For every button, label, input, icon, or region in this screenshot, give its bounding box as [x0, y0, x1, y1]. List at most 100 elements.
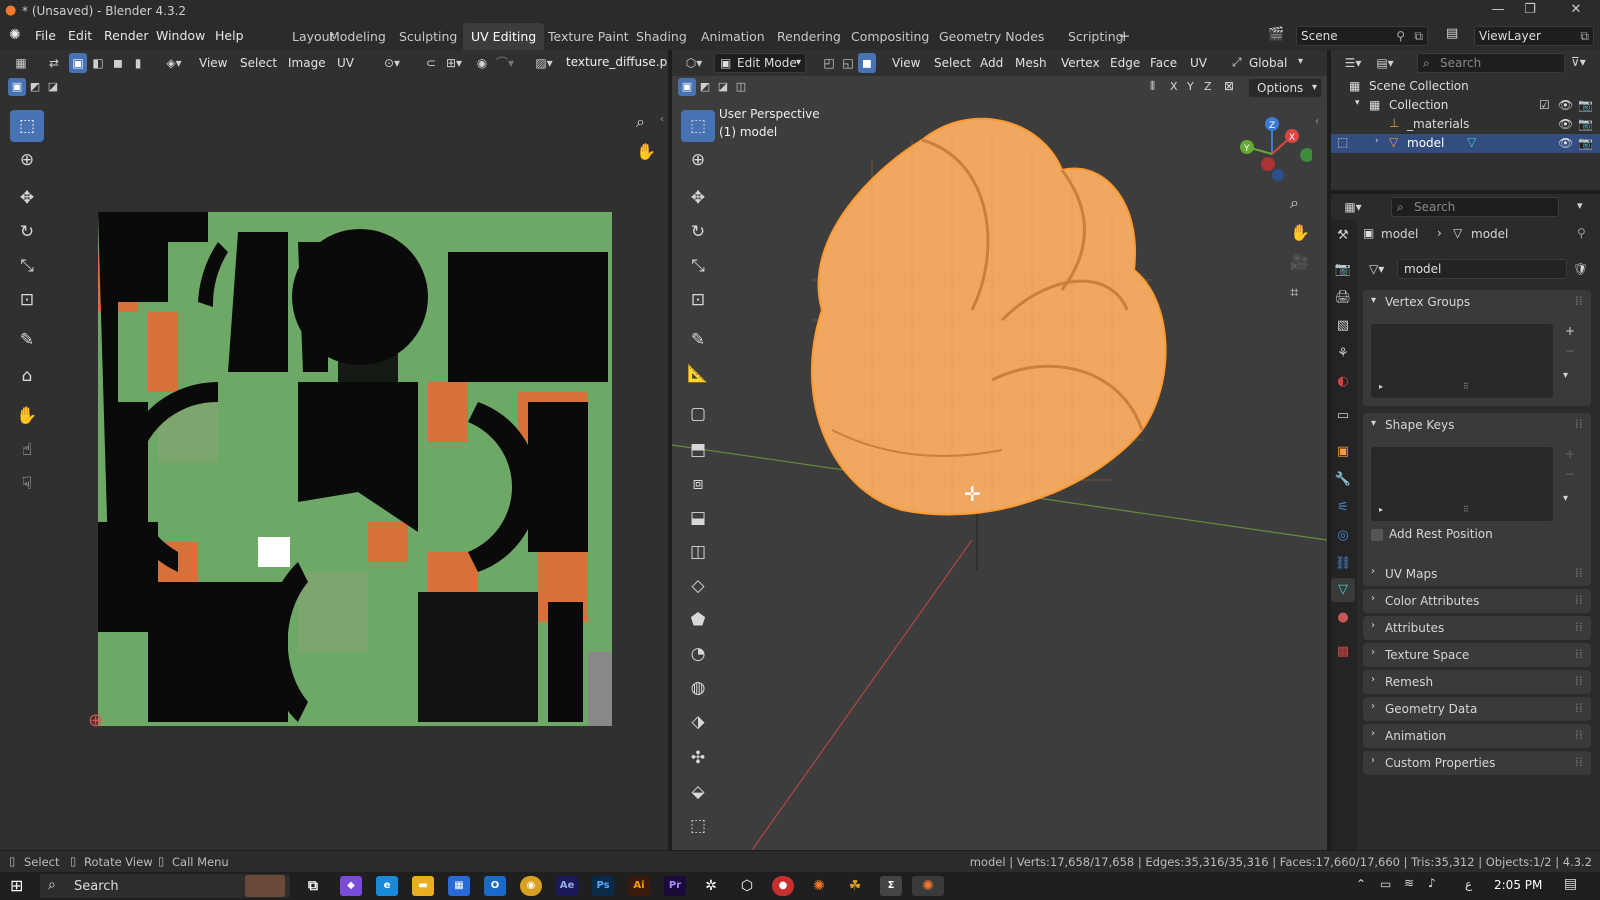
close-button[interactable]: ✕ — [1566, 2, 1586, 20]
3d-cursor-icon[interactable]: ✛ — [964, 482, 981, 506]
maximize-button[interactable]: ❐ — [1520, 2, 1540, 20]
constraints-tab-icon[interactable]: ⛓ — [1331, 552, 1355, 576]
sync-selection-icon[interactable]: ⇄ — [43, 53, 65, 73]
menu-window[interactable]: Window — [156, 28, 205, 43]
illustrator-icon[interactable]: Ai — [628, 876, 650, 896]
battery-icon[interactable]: ▭ — [1380, 877, 1391, 891]
loop-cut-tool[interactable]: ◫ — [681, 536, 715, 568]
list-resize-icon[interactable]: ⠿ — [1463, 505, 1469, 514]
uv-menu-view[interactable]: View — [199, 56, 227, 70]
render-camera-icon[interactable]: 📷 — [1578, 117, 1593, 131]
drag-handle-icon[interactable]: ⁞⁞ — [1575, 417, 1583, 431]
mirror-y-button[interactable]: Y — [1187, 80, 1194, 93]
tab-sculpting[interactable]: Sculpting — [391, 23, 465, 50]
add-vertex-group-button[interactable]: + — [1565, 324, 1575, 338]
rip-region-tool[interactable]: ⬚ — [681, 810, 715, 842]
edge-mode-icon[interactable]: ◱ — [839, 53, 857, 73]
photoshop-icon[interactable]: Ps — [592, 876, 614, 896]
extrude-tool[interactable]: ⬒ — [681, 434, 715, 466]
viewport-editor-type-icon[interactable]: ⬡▾ — [680, 53, 708, 73]
select-new-icon[interactable]: ▣ — [8, 78, 26, 96]
list-expand-icon[interactable]: ▸ — [1379, 505, 1383, 514]
drag-handle-icon[interactable]: ⁞⁞ — [1575, 647, 1583, 661]
vp-scale-tool[interactable]: ⤡ — [681, 250, 715, 282]
orientation-dropdown-icon[interactable]: ▾ — [1298, 56, 1303, 67]
add-rest-position-checkbox[interactable] — [1371, 529, 1383, 541]
vp-zoom-icon[interactable]: ⌕ — [1290, 193, 1299, 213]
world-tab-icon[interactable]: ◐ — [1331, 370, 1355, 394]
modifier-tab-icon[interactable]: 🔧 — [1331, 468, 1355, 492]
select-extend-icon[interactable]: ◩ — [26, 78, 44, 96]
add-cube-tool[interactable]: ▢ — [681, 398, 715, 430]
display-mode-icon[interactable]: ▤▾ — [1371, 53, 1399, 73]
viewport-menu-view[interactable]: View — [892, 56, 920, 70]
drag-handle-icon[interactable]: ⁞⁞ — [1575, 593, 1583, 607]
mirror-x-button[interactable]: X — [1170, 80, 1178, 93]
drag-handle-icon[interactable]: ⁞⁞ — [1575, 728, 1583, 742]
poly-build-tool[interactable]: ⬟ — [681, 604, 715, 636]
tool-tab-icon[interactable]: ⚒ — [1331, 224, 1355, 248]
view-layer-tab-icon[interactable]: ▧ — [1331, 314, 1355, 338]
scale-tool[interactable]: ⤡ — [10, 250, 44, 282]
auto-merge-icon[interactable]: ⊠ — [1224, 79, 1234, 93]
orientation-selector[interactable]: Global — [1249, 56, 1287, 70]
recorder-icon[interactable]: ● — [772, 876, 794, 896]
tab-geometry-nodes[interactable]: Geometry Nodes — [931, 23, 1052, 50]
options-dropdown[interactable]: Options ▾ — [1248, 78, 1322, 98]
proportional-edit-icon[interactable]: ◉ — [471, 53, 493, 73]
knife-tool[interactable]: ◇ — [681, 570, 715, 602]
vp-move-tool[interactable]: ✥ — [681, 182, 715, 214]
drag-handle-icon[interactable]: ⁞⁞ — [1575, 674, 1583, 688]
expand-icon[interactable]: ▾ — [1355, 98, 1360, 108]
edge-select-icon[interactable]: ◧ — [89, 53, 107, 73]
remove-vertex-group-button[interactable]: − — [1565, 344, 1575, 358]
scene-icon[interactable]: 🎬 — [1268, 27, 1284, 42]
3d-viewport[interactable]: ⬡▾ ▣ Edit Mode ▾ ◰ ◱ ◼ View Select Add M… — [672, 50, 1327, 850]
drag-handle-icon[interactable]: ⁞⁞ — [1575, 620, 1583, 634]
new-scene-icon[interactable]: ⧉ — [1414, 27, 1423, 45]
drag-handle-icon[interactable]: ⁞⁞ — [1575, 701, 1583, 715]
image-name-field[interactable]: texture_diffuse.png — [566, 55, 668, 69]
clock[interactable]: 2:05 PM — [1494, 878, 1542, 892]
after-effects-icon[interactable]: Ae — [556, 876, 578, 896]
color-attributes-panel[interactable]: › Color Attributes ⁞⁞ — [1363, 589, 1591, 613]
snap-icon[interactable]: ⊂ — [420, 53, 442, 73]
taskbar-search-box[interactable]: ⌕ Search — [40, 874, 290, 898]
orientation-icon[interactable]: ⤢ — [1232, 55, 1242, 70]
physics-tab-icon[interactable]: ◎ — [1331, 524, 1355, 548]
expand-icon[interactable]: › — [1375, 136, 1379, 146]
pivot-icon[interactable]: ⊙▾ — [378, 53, 406, 73]
mirror-icon[interactable]: ⫴ — [1150, 79, 1155, 94]
vertex-groups-list[interactable]: ▸ ⠿ — [1371, 324, 1553, 398]
viewport-menu-mesh[interactable]: Mesh — [1015, 56, 1047, 70]
scene-selector[interactable]: Scene ⚲ ⧉ — [1296, 26, 1428, 46]
shape-keys-title[interactable]: Shape Keys — [1385, 418, 1454, 432]
vp-sidebar-toggle-icon[interactable]: ‹ — [1315, 116, 1319, 127]
texture-tab-icon[interactable]: ▩ — [1331, 640, 1355, 664]
falloff-icon[interactable]: ⌒▾ — [494, 53, 516, 73]
pin-icon[interactable]: ⚲ — [1396, 27, 1405, 45]
edge-slide-tool[interactable]: ⬗ — [681, 706, 715, 738]
menu-edit[interactable]: Edit — [68, 28, 92, 43]
vp-measure-tool[interactable]: 📐 — [681, 358, 715, 390]
object-tab-icon[interactable]: ▣ — [1331, 440, 1355, 464]
inset-tool[interactable]: ⧈ — [681, 468, 715, 500]
shrink-fatten-tool[interactable]: ✣ — [681, 742, 715, 774]
vp-rotate-tool[interactable]: ↻ — [681, 216, 715, 248]
vp-select-extend-icon[interactable]: ◩ — [696, 78, 714, 96]
render-camera-icon[interactable]: 📷 — [1578, 136, 1593, 150]
edit-mode-toggle-icon[interactable]: ⬚ — [1337, 135, 1348, 149]
output-tab-icon[interactable]: 🖨 — [1331, 286, 1355, 310]
navigation-gizmo[interactable]: Z X Y — [1232, 114, 1312, 194]
premiere-icon[interactable]: Pr — [664, 876, 686, 896]
grab-tool[interactable]: ✋ — [10, 400, 44, 432]
geometry-data-panel[interactable]: › Geometry Data ⁞⁞ — [1363, 697, 1591, 721]
viewport-scene[interactable] — [672, 100, 1327, 850]
sticky-mode-icon[interactable]: ◈▾ — [160, 53, 188, 73]
tab-uv-editing[interactable]: UV Editing — [463, 23, 545, 50]
wifi-icon[interactable]: ≋ — [1404, 876, 1414, 890]
data-tab-icon[interactable]: ▽ — [1331, 578, 1355, 602]
outliner-row-collection[interactable]: ▾ ▦ Collection ☑ 👁 📷 — [1331, 96, 1600, 115]
remesh-panel[interactable]: › Remesh ⁞⁞ — [1363, 670, 1591, 694]
drag-handle-icon[interactable]: ⁞⁞ — [1575, 755, 1583, 769]
